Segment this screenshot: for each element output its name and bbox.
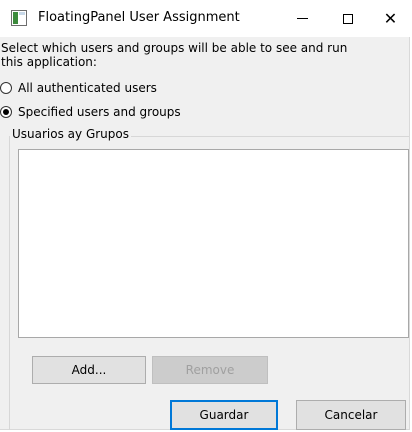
users-groups-list[interactable] bbox=[18, 149, 409, 338]
close-icon: ✕ bbox=[383, 8, 398, 28]
app-window-icon bbox=[11, 10, 27, 26]
save-button[interactable]: Guardar bbox=[170, 400, 278, 430]
title-bar[interactable]: FloatingPanel User Assignment ✕ bbox=[0, 0, 410, 37]
cancel-button[interactable]: Cancelar bbox=[296, 400, 406, 430]
remove-button: Remove bbox=[152, 356, 268, 384]
maximize-icon bbox=[343, 13, 353, 24]
add-button[interactable]: Add... bbox=[32, 356, 146, 384]
radio-specified-users-groups[interactable]: Specified users and groups bbox=[0, 104, 181, 120]
radio-label-specified: Specified users and groups bbox=[18, 105, 181, 119]
minimize-button[interactable] bbox=[279, 0, 325, 37]
radio-button-unchecked[interactable] bbox=[0, 82, 12, 94]
radio-all-authenticated-users[interactable]: All authenticated users bbox=[0, 80, 157, 96]
minimize-icon bbox=[296, 18, 308, 19]
close-button[interactable]: ✕ bbox=[371, 0, 410, 37]
radio-label-all-users: All authenticated users bbox=[18, 81, 157, 95]
groupbox-legend: Usuarios ay Grupos bbox=[10, 127, 131, 141]
radio-button-checked[interactable] bbox=[0, 106, 12, 118]
window-title: FloatingPanel User Assignment bbox=[38, 10, 240, 25]
instructions-text: Select which users and groups will be ab… bbox=[1, 41, 348, 69]
maximize-button[interactable] bbox=[325, 0, 371, 37]
user-assignment-dialog: FloatingPanel User Assignment ✕ Select w… bbox=[0, 0, 410, 430]
